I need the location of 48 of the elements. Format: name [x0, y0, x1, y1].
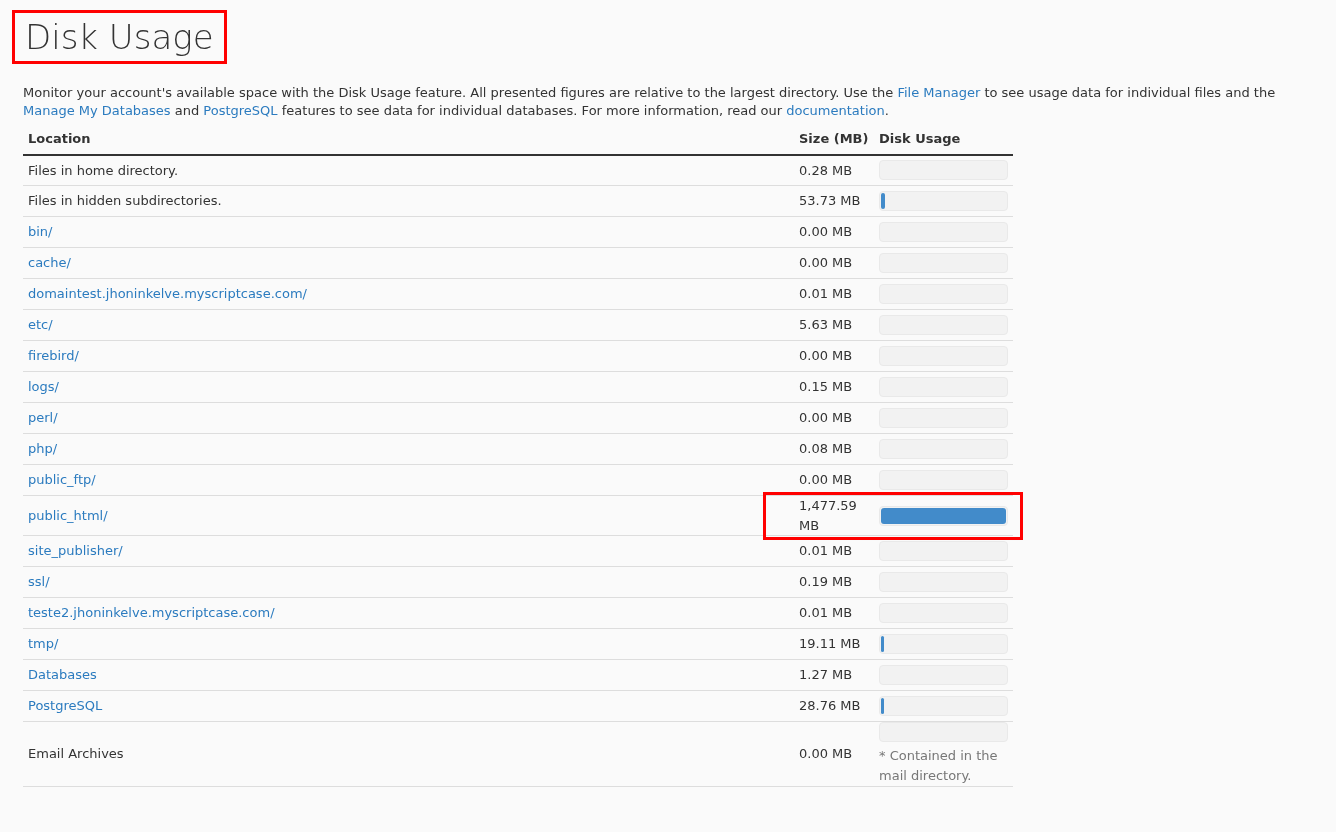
size-text: 0.08 MB [799, 441, 853, 457]
location-text: Files in hidden subdirectories. [28, 193, 222, 209]
size-text: 0.00 MB [799, 746, 853, 762]
location-link[interactable]: php/ [28, 441, 58, 457]
size-text: 0.01 MB [799, 543, 853, 559]
location-link[interactable]: cache/ [28, 255, 71, 271]
size-text: 0.01 MB [799, 286, 853, 302]
size-text: 0.15 MB [799, 379, 853, 395]
size-text: 0.00 MB [799, 255, 853, 271]
column-header: Size (MB) [794, 124, 874, 155]
location-link[interactable]: site_publisher/ [28, 543, 123, 559]
location-text: Email Archives [28, 746, 124, 762]
intro-paragraph: Monitor your account's available space with the Disk Usage feature. All presented figures are relative to the largest directory. Use the File Manager to see usage data for individual files and the Manage My Databases and PostgreSQL features to see data for individual databases. For more information, read our documentation. [23, 84, 1277, 121]
location-link[interactable]: etc/ [28, 317, 53, 333]
location-link[interactable]: ssl/ [28, 574, 50, 590]
location-link[interactable]: PostgreSQL [28, 698, 103, 714]
location-link[interactable]: tmp/ [28, 636, 59, 652]
location-link[interactable]: logs/ [28, 379, 59, 395]
size-text: 0.19 MB [799, 574, 853, 590]
size-text: 0.01 MB [799, 605, 853, 621]
size-text: 1,477.59 MB [799, 498, 857, 533]
usage-note: * Contained in the mail directory. [879, 747, 999, 786]
size-text: 0.00 MB [799, 348, 853, 364]
location-text: Files in home directory. [28, 162, 179, 178]
intro-link[interactable]: PostgreSQL [203, 103, 278, 119]
intro-link[interactable]: documentation [786, 103, 885, 119]
location-link[interactable]: Databases [28, 667, 97, 683]
intro-link[interactable]: Manage My Databases [23, 103, 171, 119]
location-link[interactable]: public_ftp/ [28, 472, 96, 488]
size-text: 0.28 MB [799, 162, 853, 178]
size-text: 0.00 MB [799, 472, 853, 488]
size-text: 0.00 MB [799, 224, 853, 240]
page-title: Disk Usage [12, 10, 227, 65]
size-text: 0.00 MB [799, 410, 853, 426]
size-text: 1.27 MB [799, 667, 853, 683]
size-text: 53.73 MB [799, 193, 861, 209]
location-link[interactable]: domaintest.jhoninkelve.myscriptcase.com/ [28, 286, 307, 302]
location-link[interactable]: perl/ [28, 410, 58, 426]
column-header: Disk Usage [874, 124, 1013, 155]
size-text: 19.11 MB [799, 636, 861, 652]
intro-link[interactable]: File Manager [897, 85, 981, 101]
location-link[interactable]: bin/ [28, 224, 53, 240]
location-link[interactable]: firebird/ [28, 348, 79, 364]
location-link[interactable]: teste2.jhoninkelve.myscriptcase.com/ [28, 605, 275, 621]
location-link[interactable]: public_html/ [28, 507, 108, 523]
size-text: 28.76 MB [799, 698, 861, 714]
column-header: Location [23, 124, 794, 155]
size-text: 5.63 MB [799, 317, 853, 333]
